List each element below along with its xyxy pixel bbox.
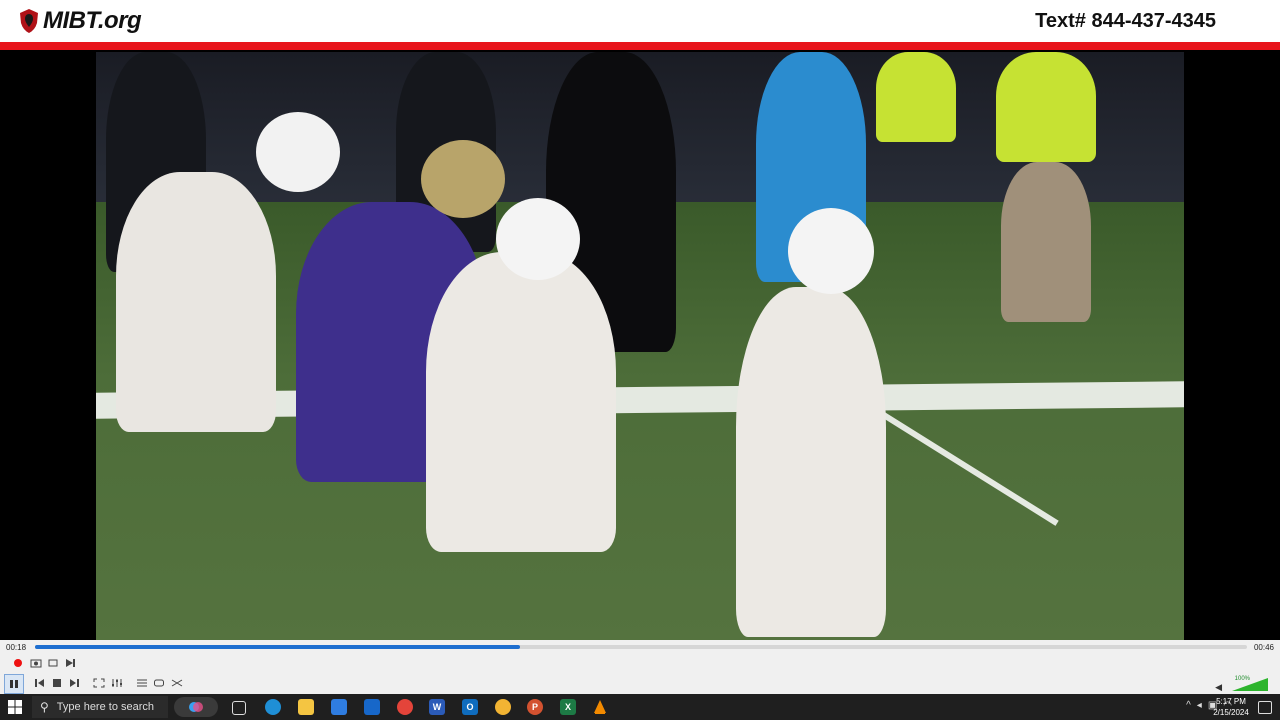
sideline-person	[1001, 162, 1091, 322]
word-icon[interactable]: W	[429, 699, 445, 715]
volume-slider[interactable]	[1232, 678, 1268, 691]
player-helmet	[496, 198, 580, 280]
windows-start-icon[interactable]	[8, 700, 22, 714]
chrome-icon-2[interactable]	[495, 699, 511, 715]
player-controls: ◀ 100%	[0, 654, 1280, 694]
seek-row: 00:18 00:46	[0, 640, 1280, 654]
chrome-icon[interactable]	[397, 699, 413, 715]
task-view-icon[interactable]	[232, 701, 246, 715]
camera-icon[interactable]	[29, 656, 43, 670]
file-explorer-icon[interactable]	[298, 699, 314, 715]
notification-icon[interactable]	[1258, 701, 1272, 714]
player-helmet	[256, 112, 340, 192]
logo-text: MIBT.org	[43, 7, 142, 34]
excel-icon[interactable]: X	[560, 699, 576, 715]
frame-step-icon[interactable]	[63, 656, 77, 670]
stop-icon[interactable]	[50, 676, 64, 690]
powerpoint-icon[interactable]: P	[527, 699, 543, 715]
player-helmet	[421, 140, 505, 218]
shuffle-icon[interactable]	[170, 676, 184, 690]
fullscreen-icon[interactable]	[92, 676, 106, 690]
player-white	[736, 287, 886, 637]
clock-time: 5:17 PM	[1216, 697, 1246, 706]
record-icon[interactable]	[11, 656, 25, 670]
seek-bar[interactable]	[35, 645, 1247, 649]
next-icon[interactable]	[67, 676, 81, 690]
shield-icon	[20, 9, 38, 33]
search-placeholder: Type here to search	[56, 701, 155, 713]
player-white	[116, 172, 276, 432]
copilot-icon[interactable]	[174, 697, 218, 717]
player-white	[426, 252, 616, 552]
extended-settings-icon[interactable]	[110, 676, 124, 690]
clock-date: 2/15/2024	[1213, 708, 1249, 717]
seek-progress	[35, 645, 520, 649]
current-time: 00:18	[6, 643, 27, 652]
sideline-person	[876, 52, 956, 142]
vlc-icon[interactable]	[592, 699, 608, 715]
text-number: Text# 844-437-4345	[1035, 10, 1216, 32]
video-frame[interactable]	[96, 52, 1184, 640]
mail-icon[interactable]	[364, 699, 380, 715]
taskbar-clock[interactable]: 5:17 PM 2/15/2024	[1208, 696, 1254, 718]
loop-ab-icon[interactable]	[46, 656, 60, 670]
store-icon[interactable]	[331, 699, 347, 715]
total-time: 00:46	[1253, 643, 1274, 652]
pause-icon[interactable]	[4, 674, 24, 694]
playlist-icon[interactable]	[135, 676, 149, 690]
taskbar-search[interactable]: ⚲ Type here to search	[32, 696, 168, 718]
volume-tray-icon[interactable]: ◂	[1197, 700, 1202, 711]
player-helmet	[788, 208, 874, 294]
edge-icon[interactable]	[265, 699, 281, 715]
header-stripe	[0, 42, 1280, 50]
site-header: MIBT.org Text# 844-437-4345	[0, 0, 1280, 42]
previous-icon[interactable]	[33, 676, 47, 690]
outlook-icon[interactable]: O	[462, 699, 478, 715]
search-icon: ⚲	[40, 700, 49, 714]
chevron-up-icon[interactable]: ^	[1186, 700, 1191, 711]
speaker-icon[interactable]: ◀	[1215, 682, 1222, 693]
taskbar: ⚲ Type here to search W O P X ^ ◂ ▣ ◠ 5:…	[0, 694, 1280, 720]
site-logo[interactable]: MIBT.org	[18, 6, 142, 36]
video-area[interactable]	[0, 52, 1280, 640]
loop-icon[interactable]	[152, 676, 166, 690]
sideline-person	[996, 52, 1096, 162]
